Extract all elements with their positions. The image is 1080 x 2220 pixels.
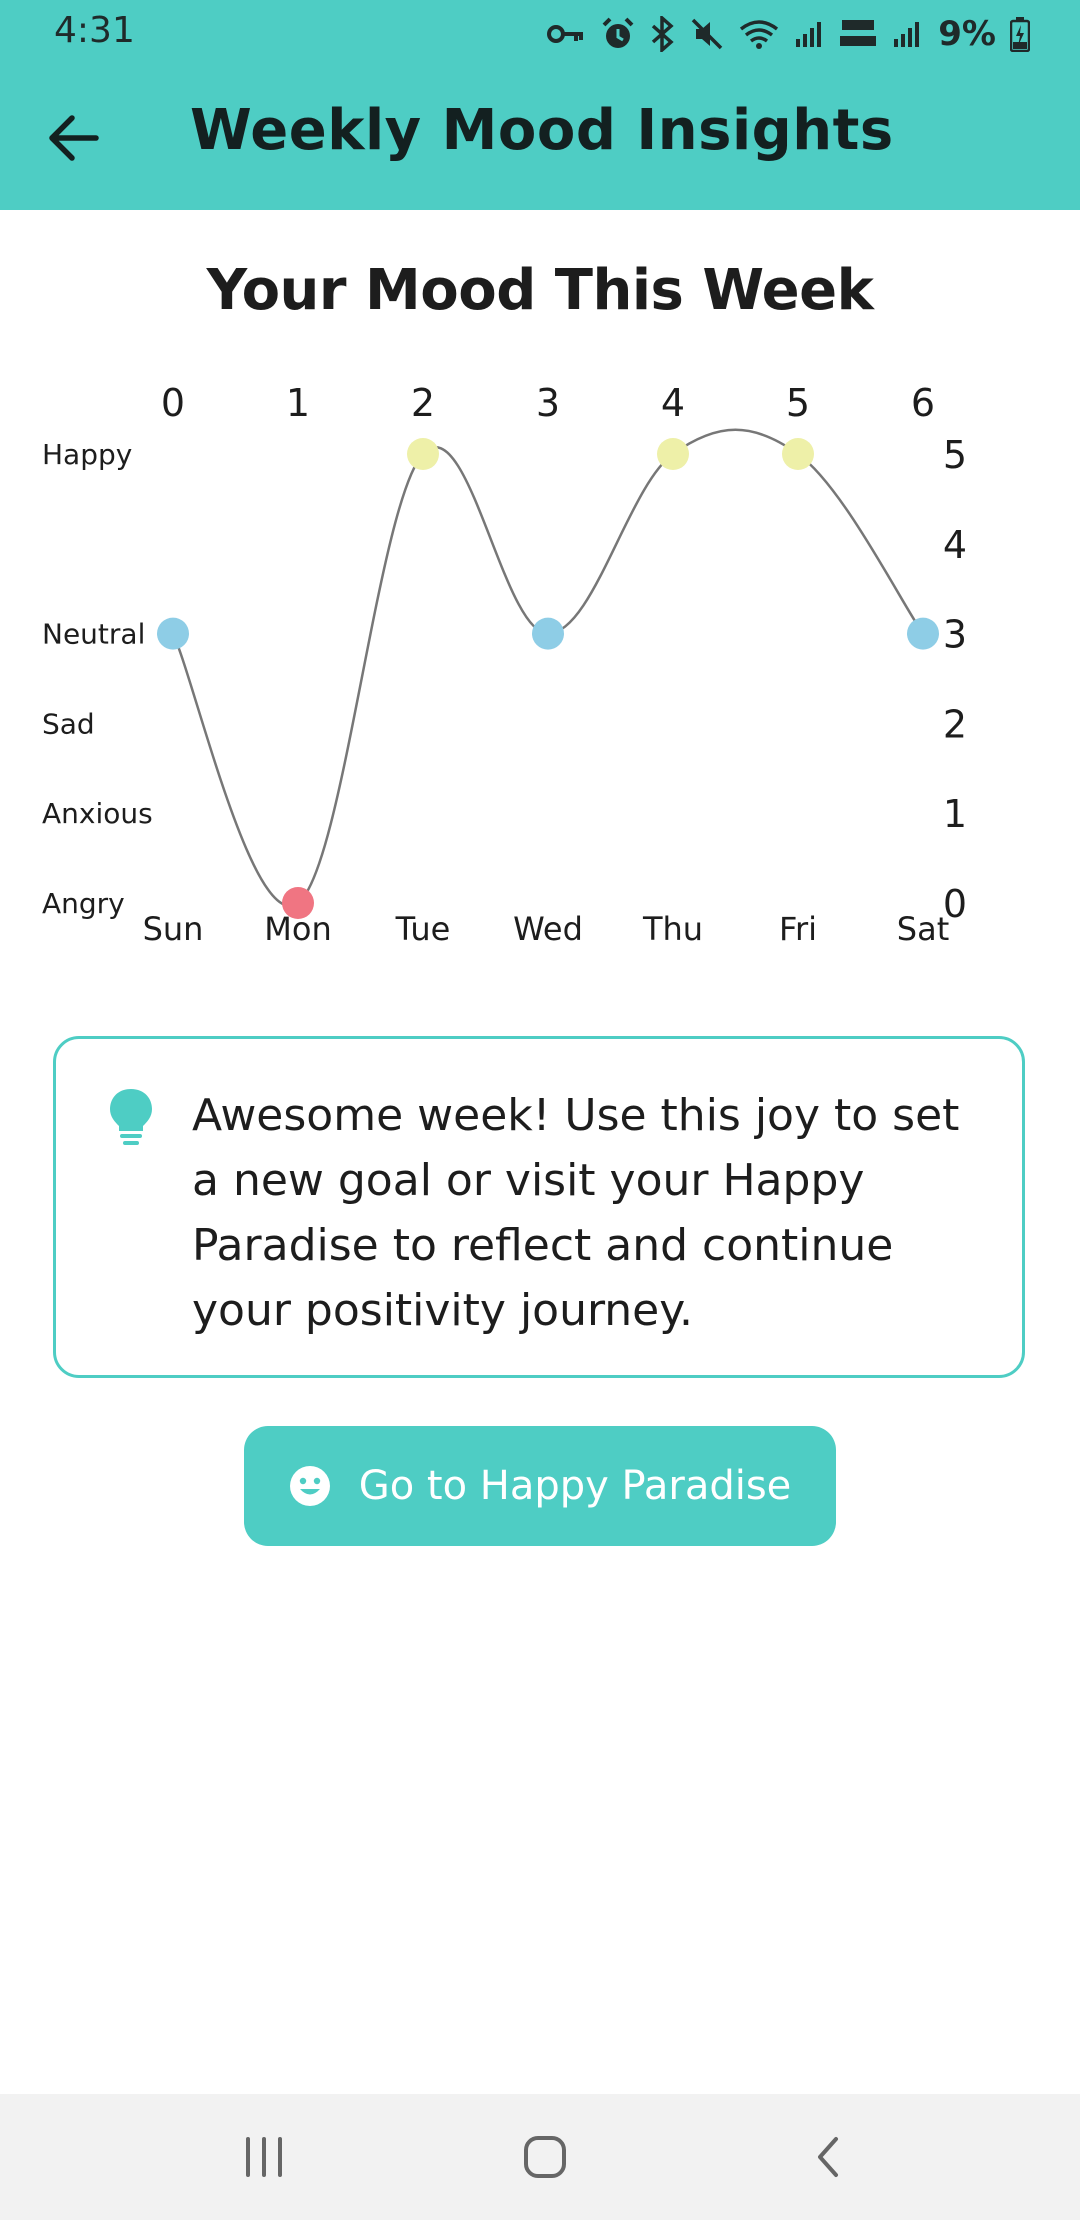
recents-button[interactable] xyxy=(224,2124,304,2190)
y-mood-label: Sad xyxy=(42,707,95,740)
system-back-button[interactable] xyxy=(788,2124,868,2190)
y-right-tick-label: 2 xyxy=(943,702,967,746)
mood-point xyxy=(657,438,689,470)
home-icon xyxy=(524,2136,566,2178)
status-time: 4:31 xyxy=(54,10,135,51)
signal-2-icon xyxy=(894,22,920,47)
mood-point xyxy=(907,617,939,650)
y-right-tick-label: 1 xyxy=(943,792,967,836)
mood-line xyxy=(171,428,925,908)
page-title: Weekly Mood Insights xyxy=(190,98,894,163)
mood-point xyxy=(407,438,439,470)
y-mood-label: Happy xyxy=(42,438,132,471)
battery-percent: 9% xyxy=(938,14,996,54)
x-top-tick-label: 5 xyxy=(786,381,810,425)
x-top-tick-label: 3 xyxy=(536,381,560,425)
chevron-left-icon xyxy=(818,2137,838,2177)
y-right-tick-label: 3 xyxy=(943,613,967,657)
x-category-label: Tue xyxy=(395,910,451,948)
chart-title: Your Mood This Week xyxy=(206,258,874,323)
x-top-tick-label: 2 xyxy=(411,381,435,425)
wifi-icon xyxy=(740,20,779,49)
vpn-key-icon xyxy=(547,25,584,43)
app-bar: Weekly Mood Insights xyxy=(0,66,1080,210)
battery-charging-icon xyxy=(1010,17,1030,52)
mood-point xyxy=(157,617,189,650)
x-top-tick-label: 0 xyxy=(161,381,185,425)
mood-chart: 0 1 2 3 4 5 6Sun Mon Tue Wed Thu Fri Sat012345AngryA… xyxy=(42,381,967,948)
status-icons: 9% xyxy=(546,12,1030,56)
x-top-tick-label: 1 xyxy=(286,381,310,425)
alarm-icon xyxy=(602,17,634,48)
y-right-tick-label: 5 xyxy=(943,433,967,477)
x-category-label: Thu xyxy=(642,910,703,948)
x-category-label: Fri xyxy=(779,910,817,948)
smiley-icon xyxy=(289,1466,330,1506)
mood-point xyxy=(532,617,564,650)
go-to-happy-paradise-button[interactable]: Go to Happy Paradise xyxy=(244,1426,836,1546)
cta-label: Go to Happy Paradise xyxy=(358,1463,792,1509)
mood-point xyxy=(782,438,814,470)
y-mood-label: Angry xyxy=(42,887,125,920)
bluetooth-icon xyxy=(652,16,674,52)
x-category-label: Wed xyxy=(513,910,583,948)
y-right-tick-label: 4 xyxy=(943,523,967,567)
volte-icon xyxy=(840,20,877,46)
y-mood-label: Neutral xyxy=(42,618,145,651)
back-button[interactable] xyxy=(38,102,110,174)
x-category-label: Sat xyxy=(897,910,949,948)
x-category-label: Sun xyxy=(143,910,204,948)
y-mood-label: Anxious xyxy=(42,797,153,830)
x-category-label: Mon xyxy=(264,910,331,948)
arrow-left-icon xyxy=(49,115,99,161)
y-right-tick-label: 0 xyxy=(943,882,967,926)
mute-icon xyxy=(692,18,723,50)
tip-text: Awesome week! Use this joy to set a new … xyxy=(192,1090,960,1336)
home-button[interactable] xyxy=(505,2124,585,2190)
signal-icon xyxy=(796,22,822,47)
tip-card: Awesome week! Use this joy to set a new … xyxy=(53,1036,1025,1378)
x-top-tick-label: 4 xyxy=(661,381,685,425)
status-bar: 4:31 9% xyxy=(0,0,1080,66)
recents-icon xyxy=(246,2137,282,2177)
system-nav-bar xyxy=(0,2094,1080,2220)
lightbulb-icon xyxy=(110,1089,152,1145)
x-top-tick-label: 6 xyxy=(911,381,935,425)
